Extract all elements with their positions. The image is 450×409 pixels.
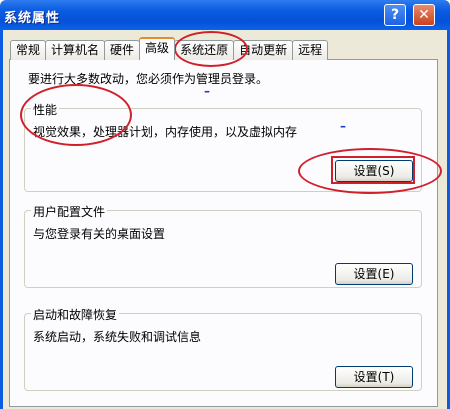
close-button[interactable]: ✕	[413, 4, 435, 26]
startup-recovery-group-title: 启动和故障恢复	[31, 306, 120, 323]
startup-recovery-settings-button[interactable]: 设置(T)	[335, 366, 413, 388]
startup-recovery-description: 系统启动，系统失败和调试信息	[33, 330, 202, 344]
title-bar[interactable]: 系统属性 ? ✕	[0, 0, 450, 30]
tab-computer-name[interactable]: 计算机名	[45, 40, 106, 60]
tab-advanced[interactable]: 高级	[139, 37, 176, 60]
cursor-mark: –	[204, 84, 210, 98]
user-profiles-group: 用户配置文件 与您登录有关的桌面设置 设置(E)	[24, 203, 422, 288]
tab-remote[interactable]: 远程	[292, 40, 329, 60]
highlight-ellipse-advanced-tab	[174, 31, 248, 67]
help-button[interactable]: ?	[384, 4, 406, 26]
cursor-mark: –	[340, 119, 346, 133]
tab-strip: 常规 计算机名 硬件 高级 系统还原 自动更新 远程	[10, 37, 329, 60]
window-title: 系统属性	[4, 11, 61, 26]
tab-general[interactable]: 常规	[10, 40, 47, 60]
user-profiles-settings-button[interactable]: 设置(E)	[335, 263, 413, 285]
startup-recovery-group: 启动和故障恢复 系统启动，系统失败和调试信息 设置(T)	[24, 306, 422, 391]
highlight-ellipse-performance	[20, 84, 132, 146]
user-profiles-description: 与您登录有关的桌面设置	[33, 227, 166, 241]
user-profiles-group-title: 用户配置文件	[31, 203, 108, 220]
tab-hardware[interactable]: 硬件	[104, 40, 141, 60]
highlight-box-settings-button	[331, 156, 415, 184]
